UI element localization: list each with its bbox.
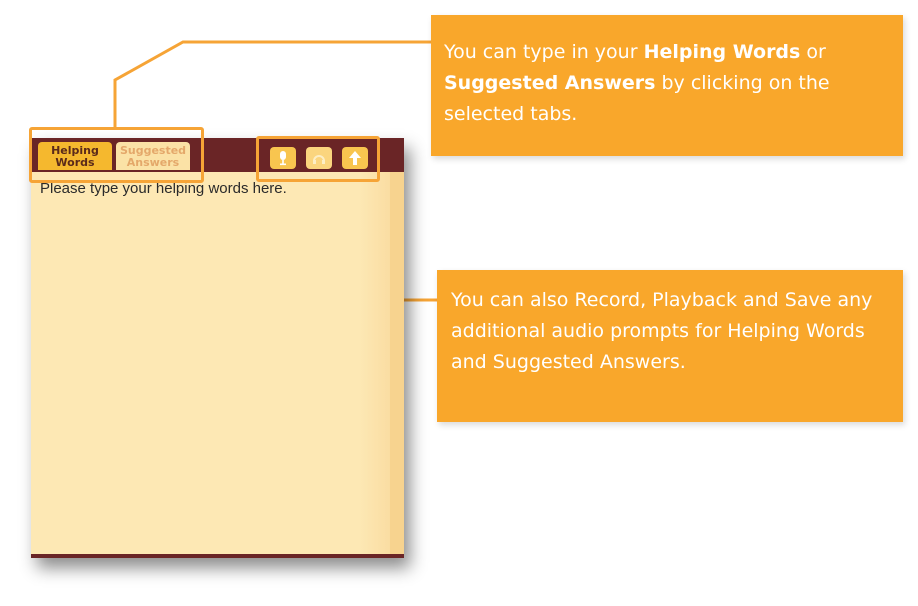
callout-text: You can type in your [444, 41, 644, 63]
tabs-highlight-box [29, 127, 204, 183]
callout-text: You can also Record, Playback and Save a… [451, 289, 873, 373]
textarea-scrollbar[interactable] [390, 172, 404, 554]
callout-bold-suggested-answers: Suggested Answers [444, 72, 656, 94]
tabs-connector-line [113, 40, 432, 128]
callout-text: or [800, 41, 826, 63]
callout-bold-helping-words: Helping Words [643, 41, 801, 63]
editor-panel: Helping Words Suggested Answers Please t… [31, 138, 404, 558]
audio-tools-highlight-box [256, 136, 380, 182]
helping-words-textarea[interactable]: Please type your helping words here. [31, 172, 404, 554]
tabs-callout: You can type in your Helping Words or Su… [431, 15, 903, 156]
audio-callout: You can also Record, Playback and Save a… [437, 270, 903, 422]
panel-bottom-border [31, 554, 404, 558]
